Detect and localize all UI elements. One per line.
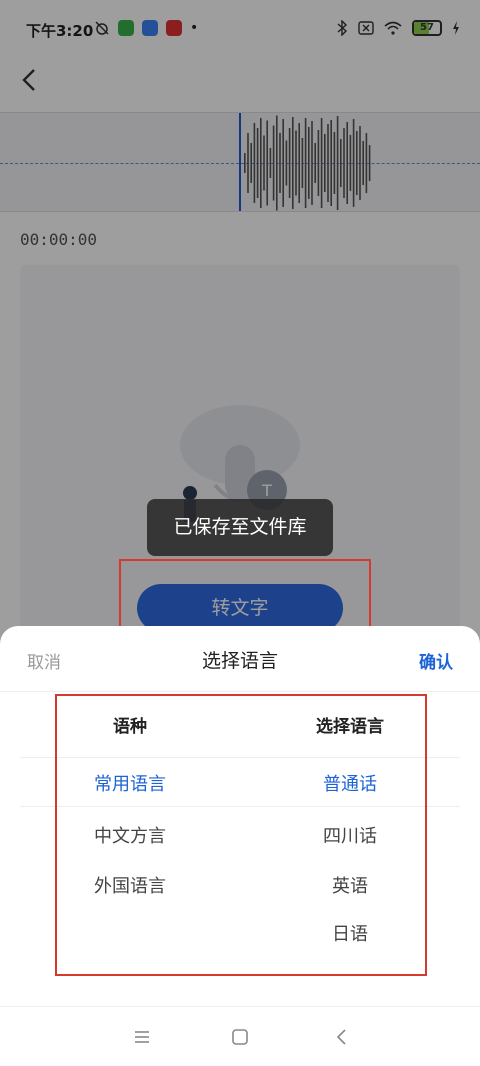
- battery-level: 57: [420, 22, 434, 33]
- sheet-title: 选择语言: [201, 650, 278, 672]
- system-nav-bar: [0, 1006, 480, 1066]
- menu-icon[interactable]: [130, 1025, 154, 1049]
- annotation-box-picker: [55, 694, 427, 976]
- confirm-button[interactable]: 确认: [419, 648, 453, 673]
- sheet-header: 取消 选择语言 确认: [0, 626, 480, 692]
- saved-toast: 已保存至文件库: [147, 499, 333, 556]
- home-icon[interactable]: [228, 1025, 252, 1049]
- nav-back-icon[interactable]: [330, 1025, 354, 1049]
